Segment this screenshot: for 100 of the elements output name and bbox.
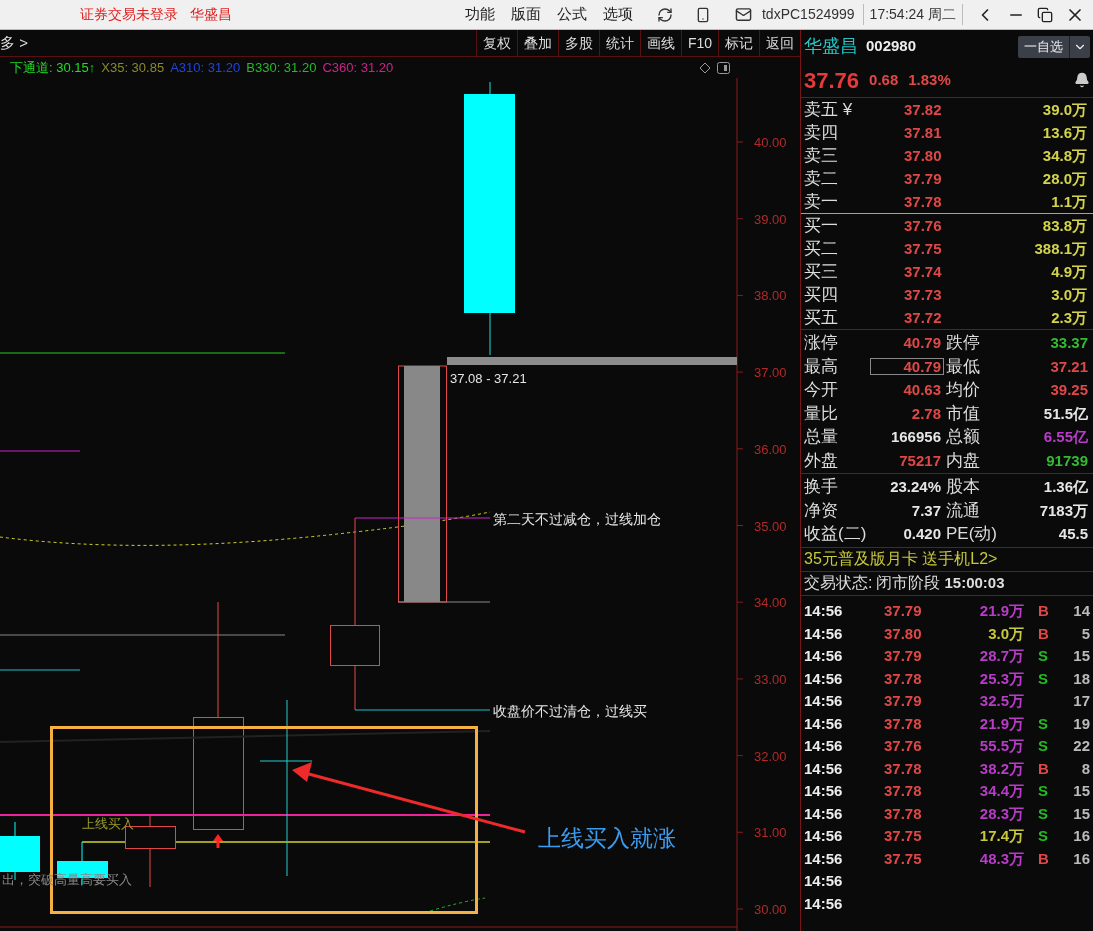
tick-count: 15 [1073, 648, 1090, 664]
menu-item[interactable]: 版面 [502, 3, 549, 26]
tick-time: 14:56 [804, 828, 844, 844]
price-axis-label: 36.00 [754, 441, 787, 457]
tick-volume: 25.3万 [978, 670, 1024, 686]
stock-name: 华盛昌 [804, 35, 858, 58]
tick-price: 37.78 [884, 783, 923, 799]
status-time: 15:00:03 [944, 572, 1005, 593]
tick-volume: 21.9万 [978, 603, 1024, 619]
price-range-label: 37.08 - 37.21 [450, 371, 527, 386]
tick-volume: 34.4万 [978, 783, 1024, 799]
tick-count: 15 [1073, 783, 1090, 799]
price-change: 0.68 [869, 69, 899, 90]
refresh-icon[interactable] [656, 6, 673, 23]
tick-time: 14:56 [804, 760, 844, 776]
menu-item[interactable]: 功能 [456, 3, 503, 26]
order-level-label: 卖二 [804, 170, 839, 187]
restore-icon[interactable] [1037, 6, 1053, 23]
tick-time: 14:56 [804, 648, 844, 664]
panel-toggle-icon[interactable] [717, 61, 730, 74]
stat-value: 1.36亿 [1042, 479, 1089, 495]
tick-count: 8 [1081, 760, 1090, 776]
order-price: 37.82 [904, 102, 943, 117]
order-price: 37.76 [904, 218, 943, 233]
stat-label: 外盘 [804, 451, 839, 469]
stat-label: PE(动) [945, 525, 998, 543]
toolbar-button[interactable]: 叠加 [516, 30, 558, 56]
indicator-value: B330: 31.20 [246, 58, 317, 77]
toolbar-button[interactable]: 标记 [718, 30, 759, 56]
tick-side: S [1038, 783, 1049, 799]
price-axis-label: 37.00 [754, 365, 787, 381]
order-level-label: 卖四 [804, 124, 839, 141]
tick-time: 14:56 [804, 603, 844, 619]
order-level-label: 买四 [804, 286, 839, 303]
order-volume: 4.9万 [1050, 264, 1088, 279]
stat-value: 23.24% [889, 478, 942, 496]
order-volume: 13.6万 [1041, 125, 1088, 140]
stat-label: 总量 [804, 428, 839, 446]
tick-price: 37.79 [884, 603, 923, 619]
tick-side: B [1038, 603, 1050, 619]
tick-side: S [1038, 738, 1049, 754]
stat-label: 涨停 [804, 334, 839, 352]
order-price: 37.81 [904, 125, 943, 140]
tick-count: 15 [1073, 805, 1090, 821]
chart-note: 收盘价不过清仓，过线买 [493, 703, 647, 719]
tick-side: S [1038, 648, 1049, 664]
order-volume: 2.3万 [1050, 310, 1088, 325]
stat-value: 51.5亿 [1042, 405, 1089, 421]
tick-price: 37.78 [884, 760, 923, 776]
stat-value: 75217 [898, 451, 942, 469]
toolbar-button[interactable]: F10 [680, 30, 718, 56]
mail-icon[interactable] [734, 6, 752, 23]
up-arrow-icon [213, 834, 223, 848]
tick-time: 14:56 [804, 783, 844, 799]
order-level-label: 卖五 ¥ [804, 101, 854, 118]
order-volume: 3.0万 [1050, 287, 1088, 302]
toolbar-button[interactable]: 画线 [639, 30, 681, 56]
order-price: 37.78 [904, 194, 943, 209]
price-axis-label: 34.00 [754, 595, 787, 611]
price-axis-label: 38.00 [754, 288, 787, 304]
diamond-icon[interactable] [699, 61, 711, 74]
stat-value: 33.37 [1049, 335, 1089, 351]
toolbar-button[interactable]: 复权 [475, 30, 517, 56]
menu-item[interactable]: 选项 [594, 3, 641, 26]
stat-value: 7183万 [1038, 502, 1089, 518]
percent-change: 1.83% [908, 69, 951, 90]
tick-count: 18 [1073, 670, 1090, 686]
bell-icon[interactable] [1074, 72, 1090, 88]
breadcrumb[interactable]: 多 > [0, 31, 28, 55]
tick-price: 37.79 [884, 648, 923, 664]
status-label: 交易状态: [804, 573, 873, 593]
tick-time: 14:56 [804, 670, 844, 686]
stock-code: 002980 [866, 36, 917, 57]
tick-time: 14:56 [804, 895, 844, 911]
order-level-label: 买一 [804, 217, 839, 234]
tick-time: 14:56 [804, 693, 844, 709]
account-id: tdxPC1524999 [761, 4, 864, 25]
stat-label: 换手 [804, 478, 839, 496]
menu-item[interactable]: 公式 [548, 3, 595, 26]
stat-value: 45.5 [1057, 526, 1089, 542]
toolbar-button[interactable]: 多股 [557, 30, 599, 56]
tick-side: S [1038, 805, 1049, 821]
toolbar-button[interactable]: 返回 [759, 30, 800, 56]
indicator-value: A310: 31.20 [170, 58, 241, 77]
indicator-value: X35: 30.85 [101, 58, 165, 77]
stat-label: 总额 [945, 428, 981, 446]
promo-link[interactable]: 35元普及版月卡 送手机L2> [804, 547, 998, 571]
stat-label: 量比 [804, 404, 839, 422]
tick-side: S [1038, 670, 1049, 686]
price-axis-label: 33.00 [754, 671, 787, 687]
tick-side: S [1038, 828, 1049, 844]
stat-value: 40.79 [902, 334, 942, 352]
tick-price: 37.78 [884, 670, 923, 686]
stat-value: 166956 [889, 428, 942, 446]
order-price: 37.74 [904, 264, 943, 279]
stat-label: 内盘 [945, 451, 981, 469]
toolbar-button[interactable]: 统计 [598, 30, 640, 56]
tick-side: B [1038, 625, 1050, 641]
tick-count: 16 [1073, 850, 1090, 866]
order-price: 37.79 [904, 171, 943, 186]
